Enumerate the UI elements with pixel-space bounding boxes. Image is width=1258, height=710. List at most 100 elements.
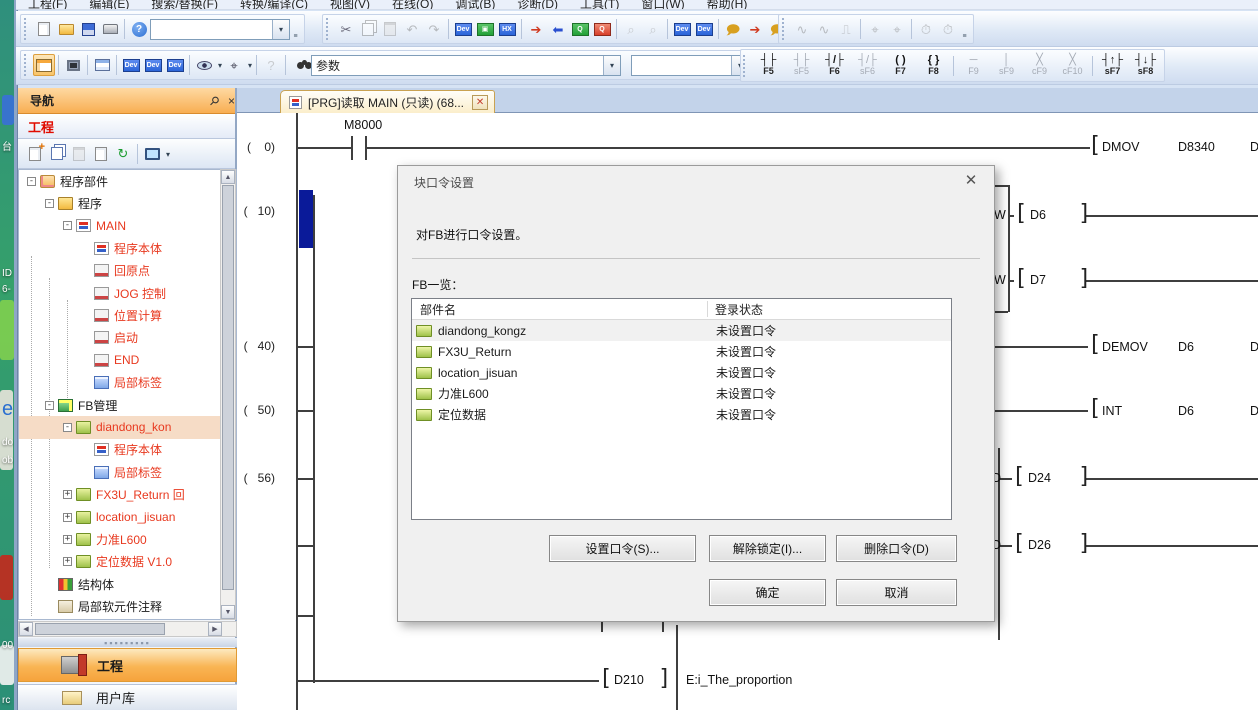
keyword-combobox[interactable]: 参数▾ [311, 55, 621, 76]
tree-item-11[interactable]: -FB管理 [19, 394, 236, 416]
module-config-icon[interactable] [62, 54, 84, 76]
ladder-key-sF6[interactable]: ┤/├sF6 [851, 51, 884, 80]
refresh-icon[interactable]: ↻ [112, 143, 134, 165]
combo-dropdown-icon[interactable]: ▾ [603, 56, 620, 75]
tree-item-16[interactable]: +location_jisuan [19, 506, 236, 528]
ok-button[interactable]: 确定 [709, 579, 826, 606]
tree-item-4[interactable]: 程序本体 [19, 237, 236, 259]
tree-item-12[interactable]: -diandong_kon [19, 416, 236, 438]
open-folder-icon[interactable] [55, 18, 77, 40]
dev-find-1-icon[interactable]: Dev [120, 54, 142, 76]
pulse-monitor-icon[interactable]: ⎍ [835, 18, 857, 40]
toolbar-grip[interactable] [24, 18, 29, 40]
help-icon[interactable]: ? [128, 18, 150, 40]
ladder-key-cF9[interactable]: ╳cF9 [1023, 51, 1056, 80]
ladder-key-F6[interactable]: ┤/├F6 [818, 51, 851, 80]
tab-main-program[interactable]: [PRG]读取 MAIN (只读) (68... ✕ [280, 90, 495, 113]
save-icon[interactable] [77, 18, 99, 40]
tree-item-7[interactable]: 位置计算 [19, 304, 236, 326]
wave-monitor-1-icon[interactable]: ∿ [791, 18, 813, 40]
menu-item-2[interactable]: 编辑(E) [89, 0, 129, 10]
cut-icon[interactable]: ✂ [335, 18, 357, 40]
scroll-down-icon[interactable]: ▼ [221, 605, 235, 619]
undo-icon[interactable]: ↶ [401, 18, 423, 40]
device-zoom-dd-icon[interactable]: ⌖▾ [223, 54, 245, 76]
transfer-red-icon[interactable]: ➔ [744, 18, 766, 40]
tree-item-18[interactable]: +定位数据 V1.0 [19, 551, 236, 573]
item-info-icon[interactable] [90, 143, 112, 165]
expand-icon[interactable]: + [63, 557, 72, 566]
secondary-combobox[interactable]: ▾ [631, 55, 749, 76]
menu-item-5[interactable]: 视图(V) [330, 0, 370, 10]
quick-find-combobox[interactable]: ▾ [150, 19, 290, 40]
dev-hex-find-icon[interactable]: HX [496, 18, 518, 40]
tree-item-13[interactable]: 程序本体 [19, 439, 236, 461]
fb-table-row[interactable]: 力准L600未设置口令 [412, 383, 951, 404]
menu-item-10[interactable]: 窗口(W) [641, 0, 684, 10]
cancel-button[interactable]: 取消 [836, 579, 957, 606]
collapse-icon[interactable]: - [27, 177, 36, 186]
wave-monitor-2-icon[interactable]: ∿ [813, 18, 835, 40]
scroll-left-icon[interactable]: ◀ [19, 622, 33, 636]
tree-item-5[interactable]: 回原点 [19, 260, 236, 282]
tree-item-10[interactable]: 局部标签 [19, 372, 236, 394]
dev-find-2-icon[interactable]: Dev [142, 54, 164, 76]
toolbar-grip[interactable] [24, 54, 29, 76]
fb-table-row[interactable]: 定位数据未设置口令 [412, 404, 951, 425]
dev-comment-blue-2-icon[interactable]: Dev [693, 18, 715, 40]
scan-watch-1-icon[interactable]: ⏱ [915, 18, 937, 40]
new-file-icon[interactable] [33, 18, 55, 40]
collapse-icon[interactable]: - [45, 401, 54, 410]
ladder-key-cF10[interactable]: ╳cF10 [1056, 51, 1089, 80]
menu-item-6[interactable]: 在线(O) [392, 0, 433, 10]
tree-vertical-scrollbar[interactable]: ▲ ▼ [220, 169, 236, 620]
sidebar-item-user-library[interactable]: 用户库 [18, 684, 237, 710]
copy-item-icon[interactable] [46, 143, 68, 165]
toolbar-grip[interactable] [782, 18, 787, 40]
binoculars-icon[interactable] [289, 54, 311, 76]
paste-item-icon[interactable] [68, 143, 90, 165]
new-item-icon[interactable]: + [24, 143, 46, 165]
find-gray-2-icon[interactable]: ⌕ [642, 18, 664, 40]
write-to-plc-icon[interactable]: ➔ [525, 18, 547, 40]
menu-item-3[interactable]: 搜索/替换(F) [151, 0, 218, 10]
help-gray-icon[interactable]: ? [260, 54, 282, 76]
close-tab-icon[interactable]: ✕ [472, 95, 488, 110]
find-gray-1-icon[interactable]: ⌕ [620, 18, 642, 40]
tree-item-9[interactable]: END [19, 349, 236, 371]
fb-list-table[interactable]: 部件名 登录状态 diandong_kongz未设置口令FX3U_Return未… [411, 298, 952, 520]
device-test-2-icon[interactable]: ⌖ [886, 18, 908, 40]
fb-table-row[interactable]: FX3U_Return未设置口令 [412, 341, 951, 362]
ladder-key-F9[interactable]: ─F9 [957, 51, 990, 80]
tree-item-14[interactable]: 局部标签 [19, 461, 236, 483]
collapse-icon[interactable]: - [63, 423, 72, 432]
fb-table-row[interactable]: location_jisuan未设置口令 [412, 362, 951, 383]
redo-icon[interactable]: ↷ [423, 18, 445, 40]
menu-item-4[interactable]: 转换/编译(C) [240, 0, 308, 10]
dev-find-3-icon[interactable]: Dev [164, 54, 186, 76]
ladder-key-sF8[interactable]: ┤↓├sF8 [1129, 51, 1162, 80]
combo-dropdown-icon[interactable]: ▾ [272, 20, 289, 39]
dev-screen-find-icon[interactable]: ▣ [474, 18, 496, 40]
tree-item-2[interactable]: -程序 [19, 192, 236, 214]
scroll-up-icon[interactable]: ▲ [221, 170, 235, 184]
expand-icon[interactable]: + [63, 513, 72, 522]
dev-write-find-icon[interactable]: Dev [452, 18, 474, 40]
read-from-plc-icon[interactable]: ⬅ [547, 18, 569, 40]
toolbar-overflow-chevron[interactable]: ≡ [290, 16, 301, 42]
menu-item-7[interactable]: 调试(B) [455, 0, 495, 10]
tree-item-6[interactable]: JOG 控制 [19, 282, 236, 304]
tree-item-20[interactable]: 局部软元件注释 [19, 595, 236, 617]
collapse-icon[interactable]: - [45, 199, 54, 208]
dialog-close-icon[interactable]: ✕ [958, 170, 984, 190]
device-test-1-icon[interactable]: ⌖ [864, 18, 886, 40]
ladder-key-F8[interactable]: { }F8 [917, 51, 950, 80]
sort-display-dd-icon[interactable]: ▾ [141, 143, 163, 165]
nav-window-icon[interactable] [33, 54, 55, 76]
vertical-scroll-thumb[interactable] [222, 185, 234, 590]
verify-find-green-icon[interactable]: Q [569, 18, 591, 40]
tree-horizontal-scrollbar[interactable]: ◀ ▶ [18, 621, 237, 637]
fb-table-row[interactable]: diandong_kongz未设置口令 [412, 320, 951, 341]
paste-icon[interactable] [379, 18, 401, 40]
tree-item-3[interactable]: -MAIN [19, 215, 236, 237]
